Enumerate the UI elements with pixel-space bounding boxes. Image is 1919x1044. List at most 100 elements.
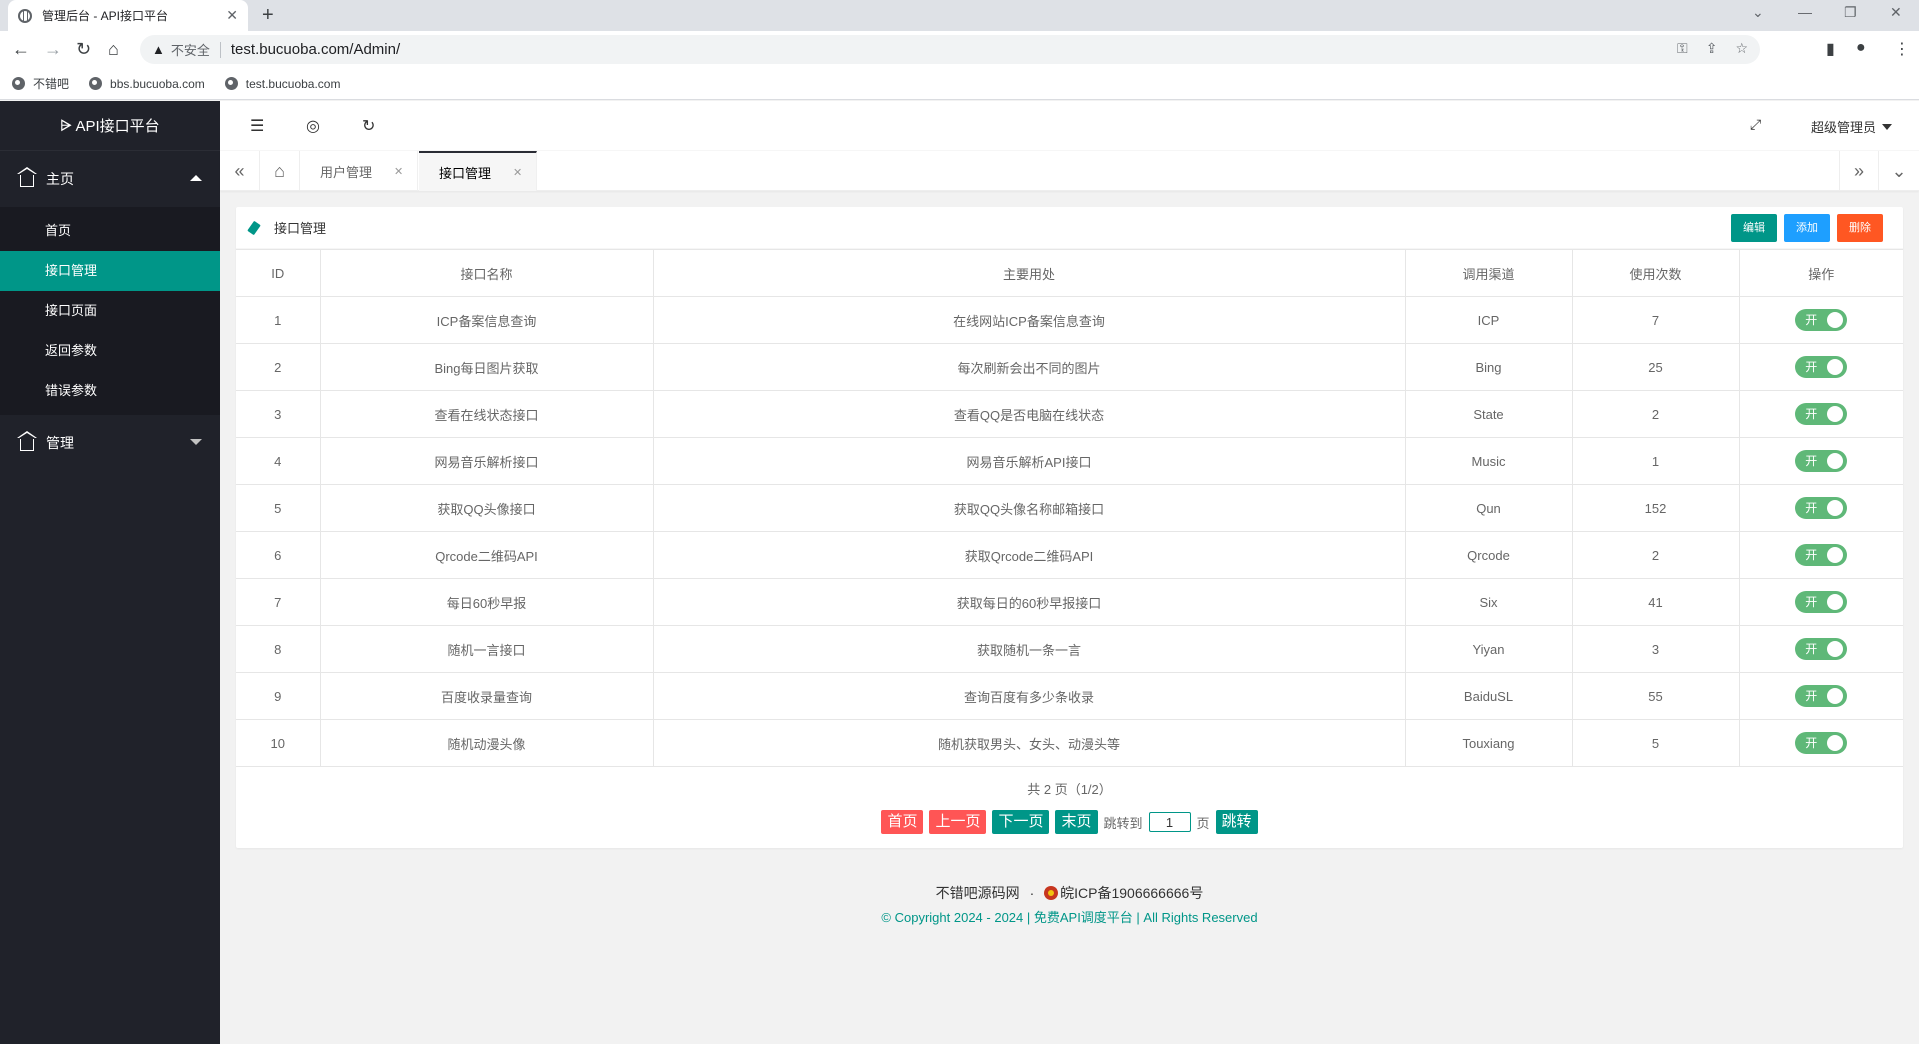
menu-group-home[interactable]: 主页 xyxy=(0,151,220,207)
profile-icon[interactable]: ● xyxy=(1856,39,1866,57)
address-bar[interactable]: ▲ 不安全 test.bucuoba.com/Admin/ ⚿ ⇪ ☆ xyxy=(140,35,1760,64)
status-toggle[interactable]: 开 xyxy=(1795,497,1848,519)
cell-count: 41 xyxy=(1571,578,1740,626)
url-text[interactable]: test.bucuoba.com/Admin/ xyxy=(231,41,400,58)
home-tab-icon[interactable]: ⌂ xyxy=(260,151,300,191)
app-logo[interactable]: ⩥ API接口平台 xyxy=(0,101,220,151)
cell-id: 5 xyxy=(236,484,321,532)
back-icon[interactable]: ← xyxy=(12,39,30,59)
cell-action: 开 xyxy=(1738,625,1903,673)
toggle-knob xyxy=(1827,641,1844,657)
next-page-button[interactable]: 下一页 xyxy=(992,810,1050,834)
tab-user-manage[interactable]: 用户管理 ✕ xyxy=(300,151,419,191)
sidebar-item-home[interactable]: 首页 xyxy=(0,211,220,251)
tab-search-icon[interactable]: ⌄ xyxy=(1752,4,1764,21)
status-toggle[interactable]: 开 xyxy=(1795,685,1848,707)
warning-icon[interactable]: ▲ xyxy=(152,42,165,57)
menu-group-manage[interactable]: 管理 xyxy=(0,415,220,471)
cell-name: 获取QQ头像接口 xyxy=(319,484,654,532)
first-page-button[interactable]: 首页 xyxy=(881,810,924,834)
sidebar-item-error-params[interactable]: 错误参数 xyxy=(0,371,220,411)
menu-group-label: 管理 xyxy=(46,435,74,451)
share-icon[interactable]: ⇪ xyxy=(1706,40,1718,57)
fullscreen-icon[interactable]: ⤢ xyxy=(1750,116,1761,133)
tab-options-icon[interactable]: ⌄ xyxy=(1879,151,1919,191)
sidebar-item-api-manage[interactable]: 接口管理 xyxy=(0,251,220,291)
reload-icon[interactable]: ↻ xyxy=(76,39,91,59)
key-icon[interactable]: ⚿ xyxy=(1677,40,1688,57)
tab-api-manage[interactable]: 接口管理 ✕ xyxy=(419,151,538,191)
refresh-icon[interactable]: ↻ xyxy=(362,116,375,136)
forward-icon[interactable]: → xyxy=(44,39,62,59)
status-toggle[interactable]: 开 xyxy=(1795,638,1848,660)
toggle-label: 开 xyxy=(1805,642,1818,656)
window-close-icon[interactable]: ✕ xyxy=(1890,4,1902,21)
jump-label: 跳转到 xyxy=(1103,815,1143,831)
sidebar-item-return-params[interactable]: 返回参数 xyxy=(0,331,220,371)
status-toggle[interactable]: 开 xyxy=(1795,450,1848,472)
footer-icp-link[interactable]: 皖ICP备1906666666号 xyxy=(1060,885,1203,901)
home-icon[interactable]: ⌂ xyxy=(108,39,119,59)
globe-icon xyxy=(89,77,103,90)
prev-page-button[interactable]: 上一页 xyxy=(929,810,987,834)
page-number-input[interactable] xyxy=(1148,812,1191,832)
sidebar-item-api-pages[interactable]: 接口页面 xyxy=(0,291,220,331)
menu-toggle-icon[interactable]: ☰ xyxy=(250,116,264,136)
cell-use: 查询百度有多少条收录 xyxy=(652,672,1406,720)
browser-tab[interactable]: 管理后台 - API接口平台 ✕ xyxy=(8,0,248,31)
toggle-label: 开 xyxy=(1805,313,1818,327)
table-row: 4 网易音乐解析接口 网易音乐解析API接口 Music 1 开 xyxy=(236,437,1903,485)
close-tab-icon[interactable]: ✕ xyxy=(226,7,238,24)
new-tab-button[interactable]: + xyxy=(262,4,274,27)
status-toggle[interactable]: 开 xyxy=(1795,309,1848,331)
cell-id: 3 xyxy=(236,390,321,438)
table-row: 5 获取QQ头像接口 获取QQ头像名称邮箱接口 Qun 152 开 xyxy=(236,484,1903,532)
status-toggle[interactable]: 开 xyxy=(1795,732,1848,754)
bookmark-star-icon[interactable]: ☆ xyxy=(1735,40,1748,57)
logo-text: API接口平台 xyxy=(75,118,160,135)
scroll-right-icon[interactable]: » xyxy=(1839,151,1879,191)
close-icon[interactable]: ✕ xyxy=(513,166,522,179)
edit-button[interactable]: 编辑 xyxy=(1731,214,1777,242)
scroll-left-icon[interactable]: « xyxy=(220,151,260,191)
restore-icon[interactable]: ❐ xyxy=(1844,4,1857,21)
cell-id: 4 xyxy=(236,437,321,485)
column-header: ID xyxy=(236,249,321,297)
delete-button[interactable]: 删除 xyxy=(1837,214,1883,242)
sidepanel-icon[interactable]: ▮ xyxy=(1826,39,1835,59)
bookmark-item[interactable]: test.bucuoba.com xyxy=(224,77,340,91)
user-menu[interactable]: 超级管理员 xyxy=(1811,117,1892,136)
minimize-icon[interactable]: — xyxy=(1798,4,1812,20)
cell-id: 10 xyxy=(236,719,321,767)
cell-count: 7 xyxy=(1571,296,1740,344)
cell-channel: Qun xyxy=(1404,484,1573,532)
cell-use: 获取Qrcode二维码API xyxy=(652,531,1406,579)
add-button[interactable]: 添加 xyxy=(1784,214,1830,242)
globe-icon[interactable]: ◎ xyxy=(306,116,320,136)
bookmark-item[interactable]: 不错吧 xyxy=(12,75,69,92)
status-toggle[interactable]: 开 xyxy=(1795,544,1848,566)
footer-site-link[interactable]: 不错吧源码网 xyxy=(936,885,1020,901)
last-page-button[interactable]: 末页 xyxy=(1055,810,1098,834)
toggle-label: 开 xyxy=(1805,454,1818,468)
cell-use: 获取QQ头像名称邮箱接口 xyxy=(652,484,1406,532)
bookmark-item[interactable]: bbs.bucuoba.com xyxy=(89,77,205,91)
cell-count: 3 xyxy=(1571,625,1740,673)
insecure-label[interactable]: 不安全 xyxy=(171,40,210,59)
cell-name: 随机动漫头像 xyxy=(319,719,654,767)
browser-tab-title: 管理后台 - API接口平台 xyxy=(42,9,169,23)
column-header: 操作 xyxy=(1738,249,1903,297)
table-row: 6 Qrcode二维码API 获取Qrcode二维码API Qrcode 2 开 xyxy=(236,531,1903,579)
cell-id: 6 xyxy=(236,531,321,579)
cell-channel: Qrcode xyxy=(1404,531,1573,579)
pager: 首页 上一页 下一页 末页 跳转到 页 跳转 xyxy=(236,810,1903,834)
status-toggle[interactable]: 开 xyxy=(1795,403,1848,425)
sidebar: ⩥ API接口平台 主页 首页 接口管理 接口页面 返回参数 错误参数 管理 xyxy=(0,101,220,1044)
jump-button[interactable]: 跳转 xyxy=(1215,810,1258,834)
status-toggle[interactable]: 开 xyxy=(1795,591,1848,613)
toggle-label: 开 xyxy=(1805,407,1818,421)
close-icon[interactable]: ✕ xyxy=(394,165,403,178)
status-toggle[interactable]: 开 xyxy=(1795,356,1848,378)
api-manage-card: 接口管理 编辑 添加 删除 ID 接口名称 主要用处 调用渠道 使用次数 操作 … xyxy=(236,207,1903,848)
menu-kebab-icon[interactable]: ⋮ xyxy=(1894,39,1910,59)
